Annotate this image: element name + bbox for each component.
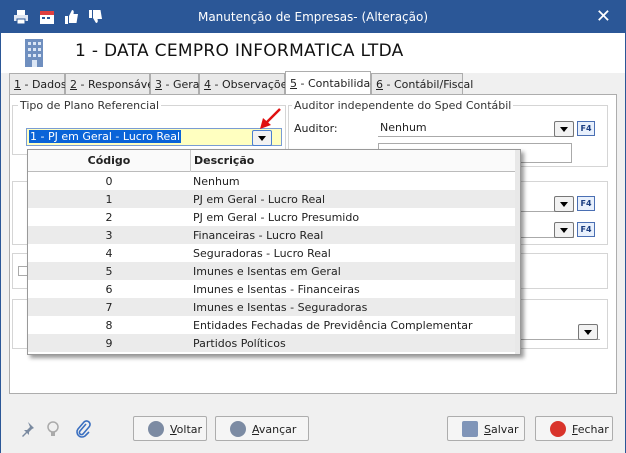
plano-combo[interactable]: 1 - PJ em Geral - Lucro Real	[26, 128, 282, 146]
row-desc: Imunes e Isentas - Financeiras	[193, 283, 360, 296]
tab-label: - Geral	[162, 78, 203, 91]
field-a-dropdown-button[interactable]	[554, 196, 574, 212]
row-desc: Partidos Políticos	[193, 337, 286, 350]
dropdown-header: Código Descrição	[28, 150, 516, 172]
avancar-button[interactable]: Avançar	[215, 416, 309, 441]
tab-label: - Dados	[21, 78, 67, 91]
col-descricao: Descrição	[190, 150, 254, 172]
row-desc: Seguradoras - Lucro Real	[193, 247, 331, 260]
dropdown-scrollbar[interactable]	[515, 150, 520, 354]
row-code: 2	[105, 211, 113, 224]
plano-selected-text: 1 - PJ em Geral - Lucro Real	[29, 130, 182, 143]
field-b-dropdown-button[interactable]	[554, 222, 574, 238]
voltar-rest: oltar	[176, 423, 203, 436]
voltar-key: V	[170, 423, 177, 436]
row-code: 9	[105, 337, 113, 350]
dropdown-row[interactable]: 6 Imunes e Isentas - Financeiras	[28, 280, 516, 298]
auditor-f4-button[interactable]: F4	[577, 121, 595, 136]
tab-key: 5	[290, 77, 297, 90]
paperclip-icon[interactable]	[75, 420, 91, 438]
salvar-label: Salvar	[484, 423, 519, 436]
tab-geral[interactable]: 3 - Geral	[150, 73, 203, 94]
floppy-disk-icon	[462, 421, 478, 437]
avancar-key: A	[252, 423, 259, 436]
dropdown-row[interactable]: 4 Seguradoras - Lucro Real	[28, 244, 516, 262]
tab-dados[interactable]: 1 - Dados	[9, 73, 67, 94]
dropdown-row[interactable]: 0 Nenhum	[28, 172, 516, 190]
field-a-f4-button[interactable]: F4	[577, 196, 595, 211]
chevron-right-icon	[230, 421, 246, 437]
dropdown-row[interactable]: 8 Entidades Fechadas de Previdência Compl…	[28, 316, 516, 334]
row-code: 4	[105, 247, 113, 260]
row-desc: PJ em Geral - Lucro Presumido	[193, 211, 360, 224]
red-arrow-icon	[260, 108, 281, 129]
dropdown-row[interactable]: 3 Financeiras - Lucro Real	[28, 226, 516, 244]
auditor-group-title: Auditor independente do Sped Contábil	[292, 99, 514, 112]
row-desc: Imunes e Isentas em Geral	[193, 265, 341, 278]
field-c-dropdown-button[interactable]	[578, 324, 598, 340]
row-code: 3	[105, 229, 113, 242]
avancar-rest: vançar	[258, 423, 297, 436]
field-b-f4-button[interactable]: F4	[577, 222, 595, 237]
salvar-key: S	[484, 423, 491, 436]
pin-icon[interactable]	[19, 421, 35, 437]
window: Manutenção de Empresas- (Alteração) ✕ 1 …	[0, 0, 626, 453]
avancar-label: Avançar	[252, 423, 296, 436]
tab-observacoes[interactable]: 4 - Observações	[199, 73, 293, 94]
fechar-rest: echar	[577, 423, 609, 436]
lightbulb-icon[interactable]	[47, 421, 59, 437]
tab-contabilidade[interactable]: 5 - Contabilidade	[285, 71, 384, 95]
tab-label: - Contábil/Fiscal	[383, 78, 474, 91]
voltar-label: Voltar	[170, 423, 202, 436]
auditor-dropdown-button[interactable]	[554, 121, 574, 137]
fechar-button[interactable]: Fechar	[535, 416, 613, 441]
col-codigo: Código	[87, 154, 131, 167]
close-circle-icon	[550, 421, 566, 437]
row-desc: PJ em Geral - Lucro Real	[193, 193, 326, 206]
row-desc: Nenhum	[193, 175, 240, 188]
dropdown-row[interactable]: 7 Imunes e Isentas - Seguradoras	[28, 298, 516, 316]
row-code: 8	[105, 319, 113, 332]
fechar-label: Fechar	[572, 423, 609, 436]
header: 1 - DATA CEMPRO INFORMATICA LTDA	[1, 33, 625, 73]
window-title: Manutenção de Empresas- (Alteração)	[197, 10, 429, 24]
plano-combo-value: 1 - PJ em Geral - Lucro Real	[29, 130, 182, 143]
tab-key: 4	[204, 78, 211, 91]
row-code: 1	[105, 193, 113, 206]
tab-key: 2	[70, 78, 77, 91]
tab-label: - Responsável	[77, 78, 158, 91]
title-bar: Manutenção de Empresas- (Alteração) ✕	[1, 1, 625, 33]
auditor-label: Auditor:	[294, 122, 338, 135]
footer: Voltar Avançar Salvar Fechar	[1, 401, 625, 453]
tab-responsavel[interactable]: 2 - Responsável	[65, 73, 157, 94]
plano-group-title: Tipo de Plano Referencial	[18, 99, 161, 112]
dropdown-row[interactable]: 1 PJ em Geral - Lucro Real	[28, 190, 516, 208]
row-desc: Entidades Fechadas de Previdência Comple…	[193, 319, 473, 332]
chevron-left-icon	[148, 421, 164, 437]
building-icon	[25, 39, 43, 67]
tab-key: 3	[155, 78, 162, 91]
salvar-rest: alvar	[490, 423, 519, 436]
voltar-button[interactable]: Voltar	[133, 416, 207, 441]
row-code: 7	[105, 301, 113, 314]
tab-key: 6	[376, 78, 383, 91]
dropdown-row[interactable]: 2 PJ em Geral - Lucro Presumido	[28, 208, 516, 226]
row-desc: Imunes e Isentas - Seguradoras	[193, 301, 368, 314]
auditor-field[interactable]: Nenhum	[378, 119, 574, 137]
row-code: 0	[105, 175, 113, 188]
dropdown-row[interactable]: 9 Partidos Políticos	[28, 334, 516, 352]
row-code: 5	[105, 265, 113, 278]
dropdown-row[interactable]: 5 Imunes e Isentas em Geral	[28, 262, 516, 280]
row-desc: Financeiras - Lucro Real	[193, 229, 324, 242]
close-icon[interactable]: ✕	[596, 6, 611, 27]
tab-label: - Observações	[211, 78, 294, 91]
company-name: 1 - DATA CEMPRO INFORMATICA LTDA	[75, 41, 404, 61]
salvar-button[interactable]: Salvar	[447, 416, 525, 441]
tab-key: 1	[14, 78, 21, 91]
plano-dropdown-list[interactable]: Código Descrição 0 Nenhum 1 PJ em Geral - …	[27, 149, 521, 355]
tab-contabil-fiscal[interactable]: 6 - Contábil/Fiscal	[371, 73, 473, 94]
row-code: 6	[105, 283, 113, 296]
